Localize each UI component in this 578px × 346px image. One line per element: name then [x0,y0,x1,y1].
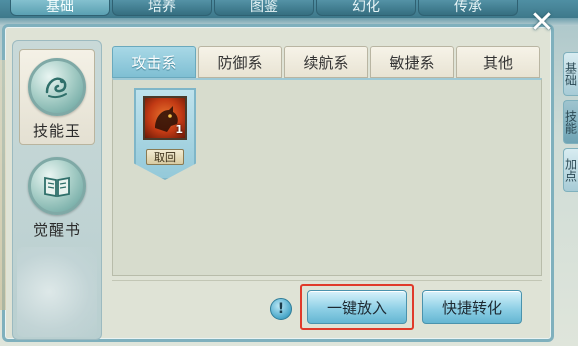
jade-orb-icon [28,58,86,116]
tab-defense[interactable]: 防御系 [198,46,282,78]
beast-skill-icon[interactable]: 1 [143,96,187,140]
tab-cultivate[interactable]: 培养 [112,0,212,16]
tab-transform[interactable]: 幻化 [316,0,416,16]
side-item-awaken-book[interactable]: 觉醒书 [19,149,95,245]
quick-convert-button[interactable]: 快捷转化 [422,290,522,324]
tab-agility[interactable]: 敏捷系 [370,46,454,78]
book-orb-icon [28,157,86,215]
right-tab-points[interactable]: 加点 [563,148,578,192]
side-menu: 技能玉 觉醒书 [12,40,102,340]
tab-attack[interactable]: 攻击系 [112,46,196,78]
remove-skill-button[interactable]: 取回 [146,149,184,165]
close-icon[interactable]: ✕ [528,8,556,38]
category-tabs: 攻击系 防御系 续航系 敏捷系 其他 [112,46,542,78]
side-decoration [17,247,97,337]
left-edge-decoration [0,60,6,310]
put-all-button[interactable]: 一键放入 [307,290,407,324]
tab-inherit[interactable]: 传承 [418,0,518,16]
divider [112,280,542,281]
tab-collection[interactable]: 图鉴 [214,0,314,16]
right-tab-skill[interactable]: 技能 [563,100,578,144]
top-tab-bar: 基础 培养 图鉴 幻化 传承 [0,0,578,20]
side-item-skill-jade[interactable]: 技能玉 [19,49,95,145]
info-icon[interactable]: ! [270,298,292,320]
side-item-label: 技能玉 [32,122,81,140]
tab-other[interactable]: 其他 [456,46,540,78]
side-item-label: 觉醒书 [32,221,81,239]
right-tab-basic[interactable]: 基础 [563,52,578,96]
tab-basic[interactable]: 基础 [10,0,110,16]
tab-sustain[interactable]: 续航系 [284,46,368,78]
